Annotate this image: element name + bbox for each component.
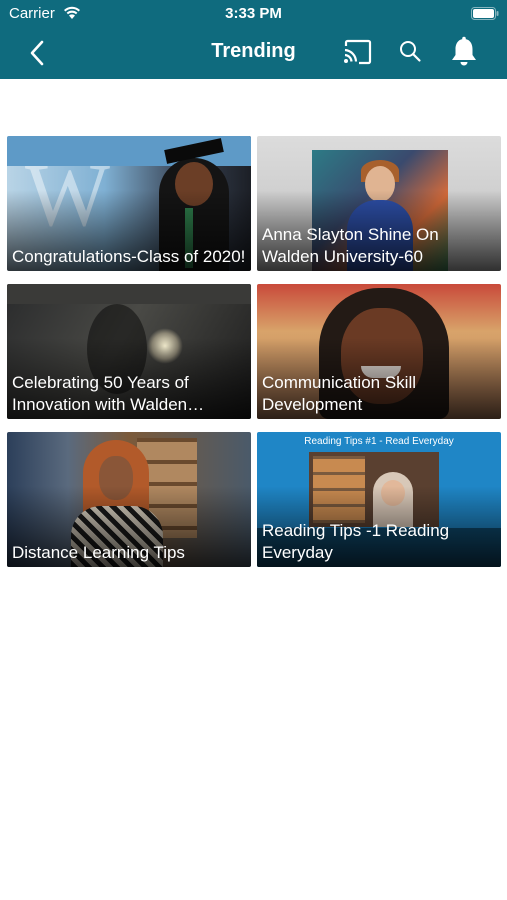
video-title: Reading Tips -1 Reading Everyday <box>262 521 450 562</box>
video-card[interactable]: Distance Learning Tips <box>7 432 251 567</box>
video-title: Distance Learning Tips <box>12 543 185 562</box>
video-card[interactable]: Reading Tips #1 - Read Everyday Reading … <box>257 432 501 567</box>
video-title: Congratulations-Class of 2020! <box>12 247 246 266</box>
cast-icon[interactable] <box>342 39 372 65</box>
battery-icon <box>471 7 499 20</box>
video-card[interactable]: Communication Skill Development <box>257 284 501 419</box>
video-title: Celebrating 50 Years of Innovation with … <box>12 373 189 414</box>
status-time: 3:33 PM <box>225 5 282 22</box>
search-icon[interactable] <box>398 39 422 63</box>
video-title: Anna Slayton Shine On Walden University-… <box>262 225 439 266</box>
app-header: Carrier 3:33 PM Trending <box>0 0 507 79</box>
status-bar: Carrier 3:33 PM <box>0 0 507 28</box>
video-card[interactable]: Anna Slayton Shine On Walden University-… <box>257 136 501 271</box>
video-card[interactable]: Celebrating 50 Years of Innovation with … <box>7 284 251 419</box>
ceiling-beam <box>7 284 251 304</box>
video-grid: W Congratulations-Class of 2020! Anna Sl… <box>7 136 501 567</box>
video-card[interactable]: W Congratulations-Class of 2020! <box>7 136 251 271</box>
nav-bar: Trending <box>0 28 507 79</box>
bell-icon[interactable] <box>449 36 479 68</box>
thumbnail-header-text: Reading Tips #1 - Read Everyday <box>304 436 454 447</box>
video-title: Communication Skill Development <box>262 373 416 414</box>
page-title: Trending <box>211 40 296 62</box>
